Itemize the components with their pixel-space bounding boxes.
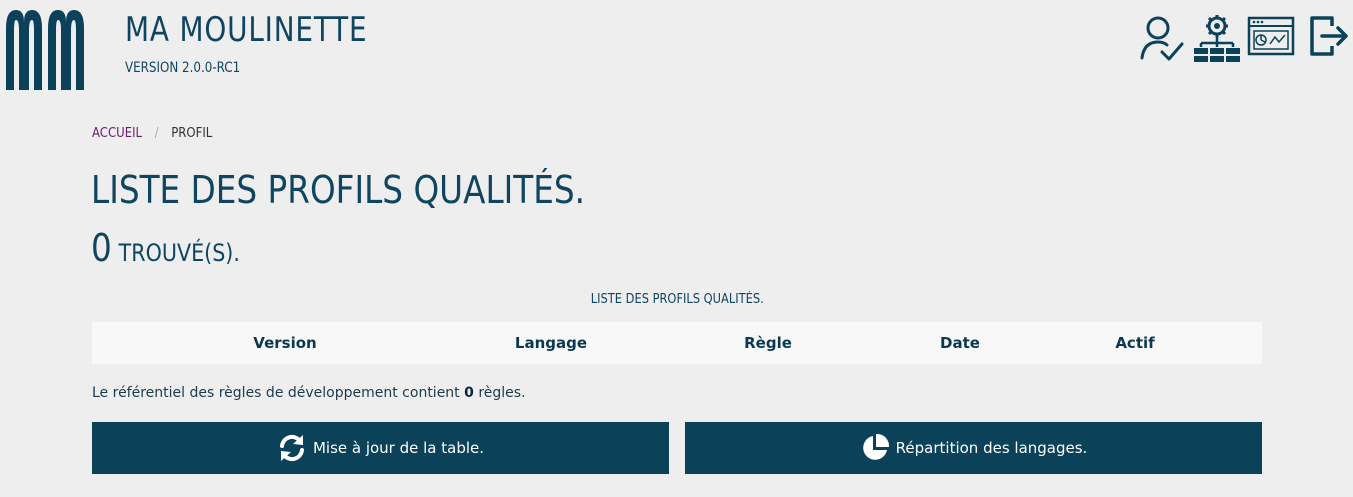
column-header-version[interactable]: Version bbox=[92, 322, 478, 364]
rules-count: 0 bbox=[464, 385, 474, 401]
rules-info-text: Le référentiel des règles de développeme… bbox=[92, 385, 526, 401]
table-header-row: Version Langage Règle Date Actif bbox=[92, 322, 1262, 364]
found-count-line: 0 TROUVÉ(S). bbox=[91, 226, 240, 270]
app-logo bbox=[6, 10, 84, 90]
language-distribution-label: Répartition des langages. bbox=[895, 439, 1088, 457]
update-table-button[interactable]: Mise à jour de la table. bbox=[92, 422, 669, 474]
column-header-regle[interactable]: Règle bbox=[624, 322, 912, 364]
rules-info-suffix: règles. bbox=[478, 385, 526, 401]
found-count: 0 bbox=[91, 226, 112, 270]
refresh-icon bbox=[277, 433, 307, 463]
logout-icon[interactable] bbox=[1308, 14, 1350, 58]
app-title: MA MOULINETTE bbox=[125, 10, 368, 50]
breadcrumb: ACCUEIL / PROFIL bbox=[92, 126, 212, 141]
pie-chart-icon bbox=[860, 433, 890, 463]
dashboard-window-icon[interactable] bbox=[1247, 14, 1295, 58]
breadcrumb-current: PROFIL bbox=[171, 126, 213, 141]
update-table-label: Mise à jour de la table. bbox=[312, 439, 485, 457]
page-title: LISTE DES PROFILS QUALITÉS. bbox=[91, 168, 586, 212]
profiles-table: Version Langage Règle Date Actif bbox=[92, 322, 1262, 364]
settings-network-icon[interactable] bbox=[1193, 14, 1241, 64]
column-header-actif[interactable]: Actif bbox=[1008, 322, 1262, 364]
rules-info-prefix: Le référentiel des règles de développeme… bbox=[92, 385, 460, 401]
column-header-date[interactable]: Date bbox=[912, 322, 1008, 364]
breadcrumb-separator: / bbox=[154, 126, 159, 141]
user-check-icon[interactable] bbox=[1140, 14, 1184, 62]
table-caption: LISTE DES PROFILS QUALITÉS. bbox=[590, 292, 764, 307]
language-distribution-button[interactable]: Répartition des langages. bbox=[685, 422, 1262, 474]
app-version: VERSION 2.0.0-RC1 bbox=[125, 60, 241, 76]
found-label: TROUVÉ(S). bbox=[118, 239, 240, 267]
breadcrumb-home-link[interactable]: ACCUEIL bbox=[92, 126, 142, 141]
column-header-langage[interactable]: Langage bbox=[478, 322, 624, 364]
